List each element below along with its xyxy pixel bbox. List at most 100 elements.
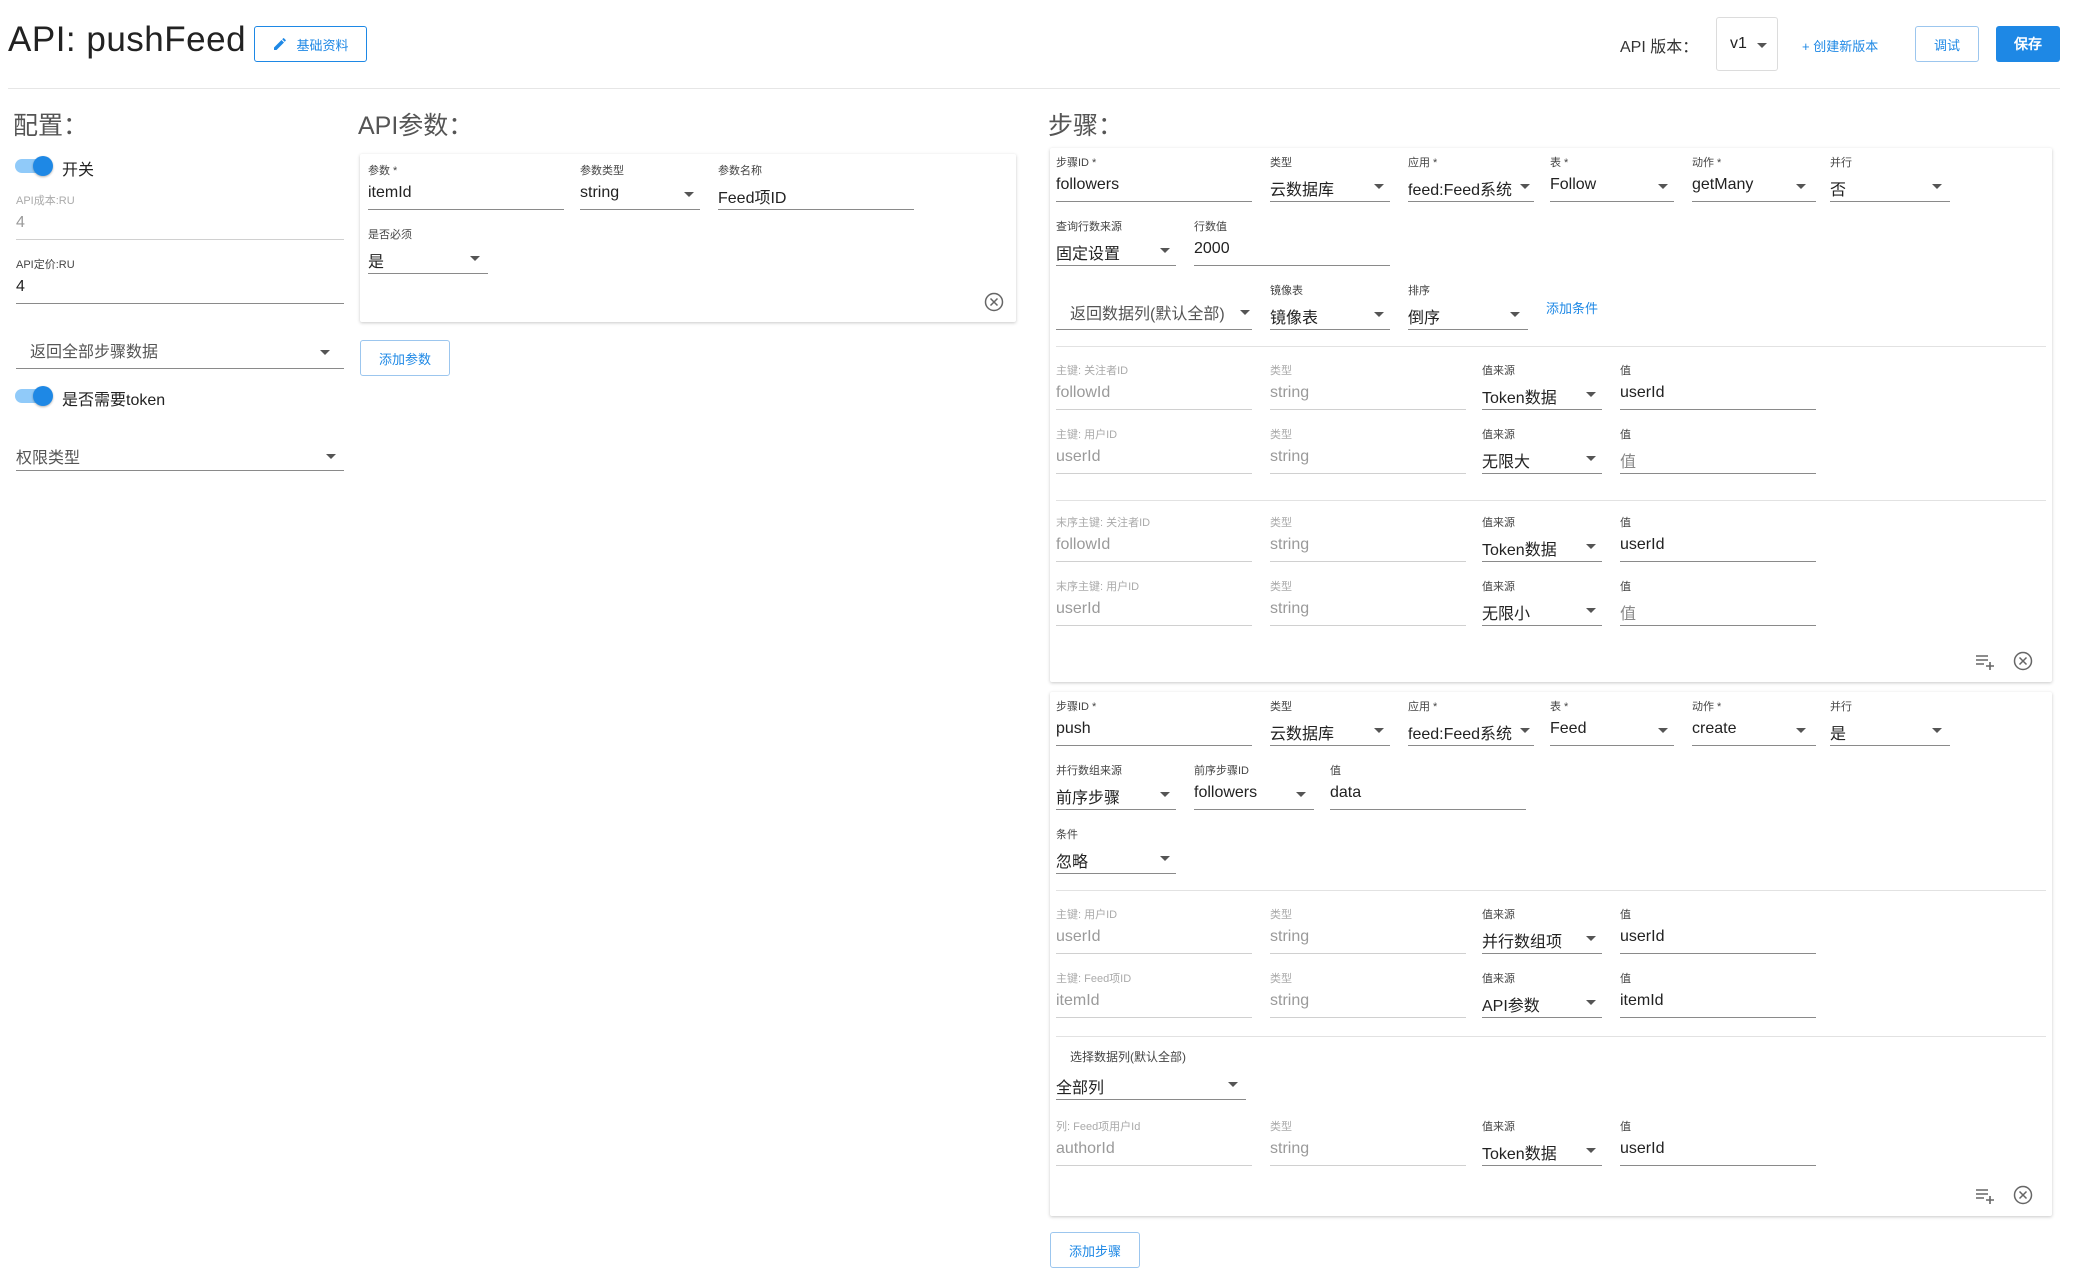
param-name-input[interactable]: Feed项ID [718, 184, 786, 208]
value-input[interactable]: data [1330, 784, 1361, 802]
underline [1620, 561, 1816, 562]
value-source-select[interactable]: API参数 [1482, 992, 1540, 1016]
type-select[interactable]: 云数据库 [1270, 720, 1334, 744]
key-row: 主键: Feed项ID itemId 类型 string 值来源 API参数 值… [1050, 970, 2050, 1034]
underline [1270, 953, 1466, 954]
save-button[interactable]: 保存 [1996, 26, 2060, 62]
table-select[interactable]: Follow [1550, 176, 1596, 194]
underline [1408, 201, 1534, 202]
key-type-label: 类型 [1270, 365, 1292, 377]
underline [1270, 625, 1466, 626]
value-source-select[interactable]: Token数据 [1482, 1140, 1557, 1164]
value-input[interactable]: 值 [1620, 600, 1636, 624]
parallel-select[interactable]: 否 [1830, 176, 1846, 200]
action-select[interactable]: getMany [1692, 176, 1753, 194]
cost-underline [16, 239, 344, 240]
step-id-input[interactable]: push [1056, 720, 1091, 738]
playlist-add-icon[interactable] [1974, 1184, 1996, 1206]
key-value: userId [1056, 600, 1101, 617]
required-select[interactable]: 是 [368, 248, 384, 272]
row-source-select[interactable]: 固定设置 [1056, 240, 1120, 264]
value-source-label: 值来源 [1482, 909, 1515, 921]
chevron-down-icon [1586, 608, 1596, 613]
price-label: API定价:RU [16, 259, 75, 271]
value-label: 值 [1620, 429, 1631, 441]
add-step-button[interactable]: 添加步骤 [1050, 1232, 1140, 1268]
value-input[interactable]: userId [1620, 536, 1664, 554]
remove-circle-icon[interactable] [2012, 650, 2034, 672]
value-source-label: 值来源 [1482, 1121, 1515, 1133]
param-type-underline [580, 209, 700, 210]
key-value: followId [1056, 384, 1111, 401]
value-source-select[interactable]: 并行数组项 [1482, 928, 1562, 952]
param-input[interactable]: itemId [368, 184, 412, 202]
select-columns-select[interactable]: 全部列 [1056, 1074, 1104, 1098]
step-id-label: 步骤ID * [1056, 701, 1097, 713]
basic-info-button[interactable]: 基础资料 [254, 26, 367, 62]
version-value: v1 [1730, 35, 1747, 52]
underline [1056, 625, 1252, 626]
token-toggle[interactable] [15, 384, 55, 408]
step-card: 步骤ID * followers 类型 云数据库 应用 * feed:Feed系… [1050, 148, 2052, 682]
app-select[interactable]: feed:Feed系统 [1408, 720, 1512, 744]
playlist-add-icon[interactable] [1974, 650, 1996, 672]
action-select[interactable]: create [1692, 720, 1736, 738]
param-type-select[interactable]: string [580, 184, 619, 202]
underline [1056, 953, 1252, 954]
value-input[interactable]: 值 [1620, 448, 1636, 472]
key-type-label: 类型 [1270, 429, 1292, 441]
permission-value: 权限类型 [16, 450, 81, 467]
step-id-input[interactable]: followers [1056, 176, 1119, 194]
value-input[interactable]: itemId [1620, 992, 1664, 1010]
value-source-select[interactable]: Token数据 [1482, 536, 1557, 560]
app-select[interactable]: feed:Feed系统 [1408, 176, 1512, 200]
value-source-select[interactable]: Token数据 [1482, 384, 1557, 408]
array-source-select[interactable]: 前序步骤 [1056, 784, 1120, 808]
value-source-select[interactable]: 无限大 [1482, 448, 1530, 472]
sort-select[interactable]: 倒序 [1408, 304, 1440, 328]
type-select[interactable]: 云数据库 [1270, 176, 1334, 200]
condition-select[interactable]: 忽略 [1056, 848, 1088, 872]
return-data-select[interactable]: 返回全部步骤数据 [16, 330, 344, 370]
key-value: userId [1056, 928, 1101, 945]
permission-select[interactable]: 权限类型 [16, 440, 344, 472]
create-version-link[interactable]: + 创建新版本 [1802, 36, 1878, 55]
underline [1692, 201, 1816, 202]
value-source-label: 值来源 [1482, 517, 1515, 529]
value-input[interactable]: userId [1620, 384, 1664, 402]
value-input[interactable]: userId [1620, 928, 1664, 946]
chevron-down-icon [1510, 312, 1520, 317]
add-param-label: 添加参数 [378, 351, 431, 367]
cost-value: 4 [16, 214, 25, 231]
key-row: 主键: 用户ID userId 类型 string 值来源 无限大 值 值 [1050, 426, 2050, 490]
table-label: 表 * [1550, 701, 1569, 713]
underline [1620, 473, 1816, 474]
cost-label: API成本:RU [16, 195, 75, 207]
parallel-select[interactable]: 是 [1830, 720, 1846, 744]
key-label: 主键: 关注者ID [1056, 365, 1129, 377]
version-select[interactable]: v1 [1716, 17, 1778, 71]
chevron-down-icon [1586, 1000, 1596, 1005]
add-step-label: 添加步骤 [1068, 1243, 1121, 1259]
value-input[interactable]: userId [1620, 1140, 1664, 1158]
row-value-input[interactable]: 2000 [1194, 240, 1230, 258]
price-input[interactable]: 4 [16, 278, 25, 296]
chevron-down-icon [1658, 184, 1668, 189]
switch-toggle[interactable] [15, 154, 55, 178]
step-id-label: 步骤ID * [1056, 157, 1097, 169]
key-type-value: string [1270, 448, 1310, 465]
value-source-select[interactable]: 无限小 [1482, 600, 1530, 624]
remove-circle-icon[interactable] [2012, 1184, 2034, 1206]
section-divider [1056, 1036, 2046, 1037]
prev-step-select[interactable]: followers [1194, 784, 1257, 802]
add-param-button[interactable]: 添加参数 [360, 340, 450, 376]
return-columns-select[interactable]: 返回数据列(默认全部) [1070, 300, 1225, 324]
remove-circle-icon[interactable] [983, 291, 1005, 313]
mirror-select[interactable]: 镜像表 [1270, 304, 1318, 328]
underline [1270, 473, 1466, 474]
chevron-down-icon [1160, 792, 1170, 797]
value-label: 值 [1620, 973, 1631, 985]
add-condition-link[interactable]: 添加条件 [1546, 298, 1598, 317]
debug-button[interactable]: 调试 [1915, 26, 1979, 62]
table-select[interactable]: Feed [1550, 720, 1586, 738]
